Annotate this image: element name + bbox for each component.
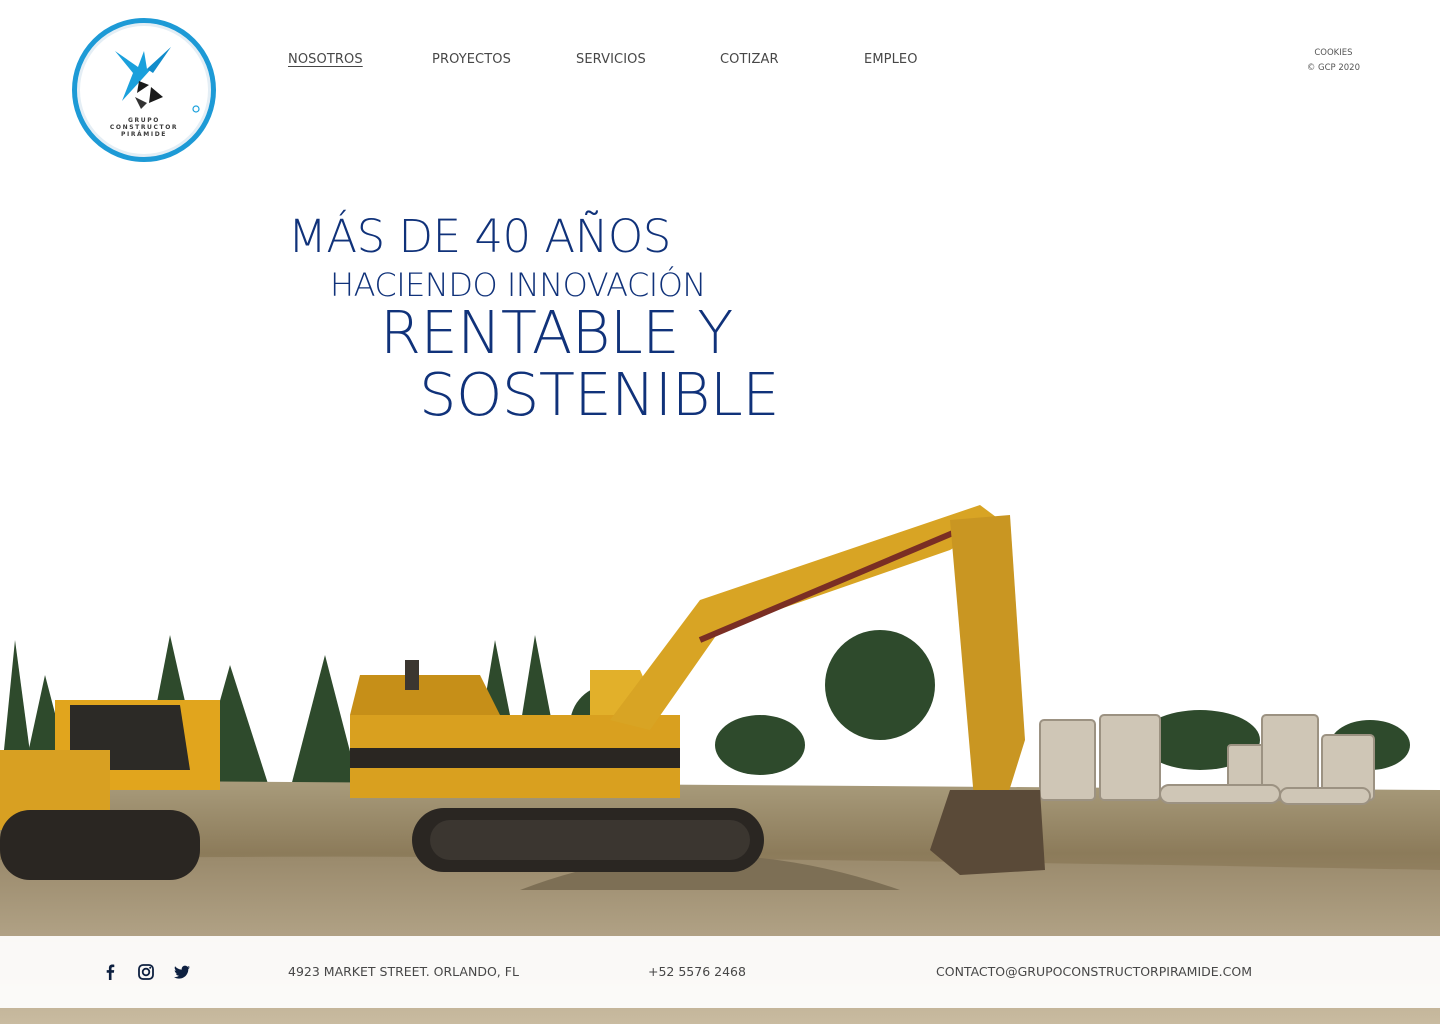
- logo-line-3: PIRÁMIDE: [121, 131, 167, 138]
- address-text: 4923 MARKET STREET. ORLANDO, FL: [288, 964, 519, 979]
- excavator-shape: [350, 505, 1045, 875]
- email-link[interactable]: CONTACTO@GRUPOCONSTRUCTORPIRAMIDE.COM: [936, 964, 1252, 979]
- logo-text: GRUPO CONSTRUCTOR PIRÁMIDE: [77, 117, 211, 138]
- headline-line-3: RENTABLE Y: [380, 298, 733, 367]
- nav-cotizar[interactable]: COTIZAR: [720, 52, 779, 67]
- headline-line-1: MÁS DE 40 AÑOS: [288, 210, 671, 263]
- nav-nosotros[interactable]: NOSOTROS: [288, 52, 363, 67]
- copyright-text: © GCP 2020: [1306, 63, 1360, 73]
- cookies-link[interactable]: COOKIES: [1307, 46, 1360, 61]
- nav-proyectos[interactable]: PROYECTOS: [432, 52, 511, 67]
- logo-line-1: GRUPO: [128, 117, 160, 124]
- facebook-icon[interactable]: [100, 962, 120, 982]
- social-links: [100, 962, 192, 982]
- twitter-icon[interactable]: [172, 962, 192, 982]
- bulldozer-shape: [0, 700, 220, 880]
- phone-link[interactable]: +52 5576 2468: [648, 964, 746, 979]
- footer-bar: 4923 MARKET STREET. ORLANDO, FL +52 5576…: [0, 936, 1440, 1008]
- page: GRUPO CONSTRUCTOR PIRÁMIDE NOSOTROS PROY…: [0, 0, 1440, 1024]
- meta-links: COOKIES © GCP 2020: [1307, 46, 1360, 76]
- logo-line-2: CONSTRUCTOR: [109, 124, 179, 131]
- headline-line-4: SOSTENIBLE: [419, 360, 779, 429]
- logo[interactable]: GRUPO CONSTRUCTOR PIRÁMIDE: [72, 18, 216, 162]
- nav-servicios[interactable]: SERVICIOS: [576, 52, 646, 67]
- instagram-icon[interactable]: [136, 962, 156, 982]
- nav-empleo[interactable]: EMPLEO: [864, 52, 918, 67]
